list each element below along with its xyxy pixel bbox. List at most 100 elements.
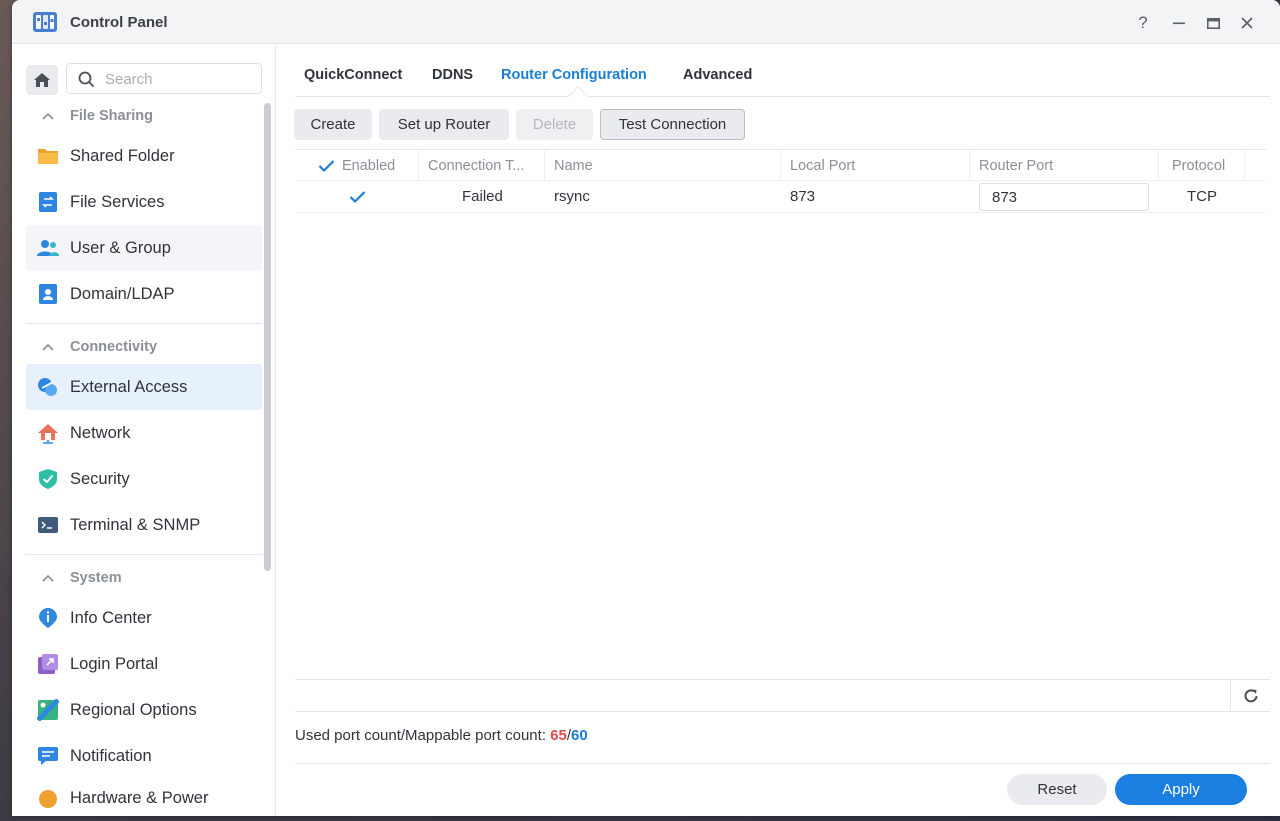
- users-icon: [37, 240, 59, 256]
- mappable-port-count: 60: [571, 727, 588, 744]
- sidebar-item-notification[interactable]: Notification: [26, 733, 262, 779]
- tab-advanced[interactable]: Advanced: [683, 67, 752, 83]
- folder-icon: [38, 149, 58, 164]
- login-portal-icon: [38, 654, 58, 674]
- sidebar-item-file-services[interactable]: File Services: [26, 179, 262, 225]
- column-router-port[interactable]: Router Port: [970, 150, 1159, 181]
- title-bar: Control Panel ?: [12, 0, 1280, 44]
- chevron-up-icon: [42, 574, 54, 582]
- home-button[interactable]: [26, 65, 58, 95]
- column-local-port[interactable]: Local Port: [781, 150, 970, 181]
- section-file-sharing[interactable]: File Sharing: [26, 99, 262, 133]
- column-protocol[interactable]: Protocol: [1159, 150, 1245, 181]
- close-icon: [1241, 17, 1253, 29]
- sidebar-nav: File Sharing Shared Folder File Services…: [26, 99, 262, 809]
- column-name[interactable]: Name: [545, 150, 781, 181]
- tab-ddns[interactable]: DDNS: [432, 67, 473, 83]
- tab-bar: QuickConnect DDNS Router Configuration A…: [295, 61, 1270, 106]
- cell-local-port: 873: [790, 188, 816, 205]
- apply-button[interactable]: Apply: [1115, 774, 1247, 805]
- window-title: Control Panel: [70, 14, 168, 31]
- shield-icon: [39, 469, 57, 489]
- router-port-input[interactable]: [979, 183, 1149, 211]
- setup-router-button[interactable]: Set up Router: [379, 109, 509, 140]
- sidebar-item-regional-options[interactable]: Regional Options: [26, 687, 262, 733]
- sidebar-item-label: File Services: [70, 192, 165, 211]
- maximize-icon: [1206, 17, 1220, 29]
- chevron-up-icon: [42, 112, 54, 120]
- column-connection-type[interactable]: Connection T...: [419, 150, 545, 181]
- sidebar-item-label: Terminal & SNMP: [70, 515, 201, 534]
- cell-protocol: TCP: [1187, 188, 1217, 205]
- sidebar-item-label: Domain/LDAP: [70, 284, 175, 303]
- network-home-icon: [38, 424, 58, 444]
- test-connection-button[interactable]: Test Connection: [600, 109, 745, 140]
- minimize-icon: [1173, 22, 1185, 25]
- sidebar-divider: [26, 323, 262, 324]
- sidebar-item-label: Info Center: [70, 608, 152, 627]
- table-header: Enabled Connection T... Name Local Port …: [295, 149, 1266, 181]
- tab-router-configuration[interactable]: Router Configuration: [501, 67, 647, 83]
- chevron-up-icon: [42, 343, 54, 351]
- info-icon: [39, 608, 57, 628]
- sidebar-scrollbar[interactable]: [264, 103, 271, 571]
- delete-button[interactable]: Delete: [516, 109, 593, 140]
- sidebar-item-hardware-power[interactable]: Hardware & Power: [26, 779, 262, 809]
- checkmark-icon: [349, 190, 365, 203]
- refresh-button[interactable]: [1230, 680, 1270, 711]
- sidebar-item-label: Notification: [70, 746, 152, 765]
- home-icon: [34, 73, 50, 87]
- sidebar-item-security[interactable]: Security: [26, 456, 262, 502]
- sidebar-item-terminal-snmp[interactable]: Terminal & SNMP: [26, 502, 262, 548]
- sidebar-item-login-portal[interactable]: Login Portal: [26, 641, 262, 687]
- main-content: QuickConnect DDNS Router Configuration A…: [277, 45, 1280, 816]
- control-panel-window: Control Panel ? File Sharing: [12, 0, 1280, 816]
- section-label: Connectivity: [70, 339, 158, 355]
- section-system[interactable]: System: [26, 561, 262, 595]
- active-tab-indicator: [568, 86, 588, 106]
- section-label: System: [70, 570, 122, 586]
- close-button[interactable]: [1234, 10, 1260, 36]
- tab-quickconnect[interactable]: QuickConnect: [304, 67, 402, 83]
- used-port-count: 65: [550, 727, 567, 744]
- file-services-icon: [39, 192, 57, 212]
- section-label: File Sharing: [70, 108, 153, 124]
- row-enabled-checkbox[interactable]: [348, 181, 366, 212]
- search-icon: [78, 71, 95, 88]
- sidebar-divider: [26, 554, 262, 555]
- port-count-label: Used port count/Mappable port count:: [295, 727, 551, 744]
- maximize-button[interactable]: [1200, 10, 1226, 36]
- sidebar-item-label: Regional Options: [70, 700, 197, 719]
- sidebar-item-label: Hardware & Power: [70, 789, 209, 807]
- port-forwarding-table: Enabled Connection T... Name Local Port …: [295, 149, 1266, 213]
- sidebar-item-user-group[interactable]: User & Group: [26, 225, 262, 271]
- sidebar-item-label: Network: [70, 423, 131, 442]
- sidebar-item-domain-ldap[interactable]: Domain/LDAP: [26, 271, 262, 317]
- sidebar-item-network[interactable]: Network: [26, 410, 262, 456]
- sidebar-item-label: Login Portal: [70, 654, 159, 673]
- sidebar-item-external-access[interactable]: External Access: [26, 364, 262, 410]
- refresh-icon: [1244, 688, 1257, 702]
- create-button[interactable]: Create: [294, 109, 372, 140]
- sidebar-item-label: External Access: [70, 377, 188, 396]
- cell-connection-status: Failed: [462, 188, 503, 205]
- help-button[interactable]: ?: [1130, 10, 1156, 36]
- table-paging-bar: [295, 679, 1270, 712]
- sidebar-item-shared-folder[interactable]: Shared Folder: [26, 133, 262, 179]
- sidebar-item-info-center[interactable]: Info Center: [26, 595, 262, 641]
- terminal-icon: [38, 517, 58, 533]
- checkmark-icon: [318, 159, 334, 172]
- column-header-label: Enabled: [342, 157, 396, 174]
- select-all-checkbox[interactable]: [317, 157, 335, 175]
- search-box[interactable]: [66, 63, 262, 94]
- notification-icon: [38, 747, 58, 765]
- reset-button[interactable]: Reset: [1007, 774, 1107, 805]
- column-enabled[interactable]: Enabled: [295, 150, 419, 181]
- sidebar-item-label: Security: [70, 469, 130, 488]
- regional-options-icon: [37, 699, 59, 721]
- minimize-button[interactable]: [1166, 10, 1192, 36]
- section-connectivity[interactable]: Connectivity: [26, 330, 262, 364]
- search-input[interactable]: [103, 69, 253, 89]
- table-row[interactable]: Failed rsync 873 TCP: [295, 181, 1266, 213]
- footer-divider: [295, 763, 1270, 764]
